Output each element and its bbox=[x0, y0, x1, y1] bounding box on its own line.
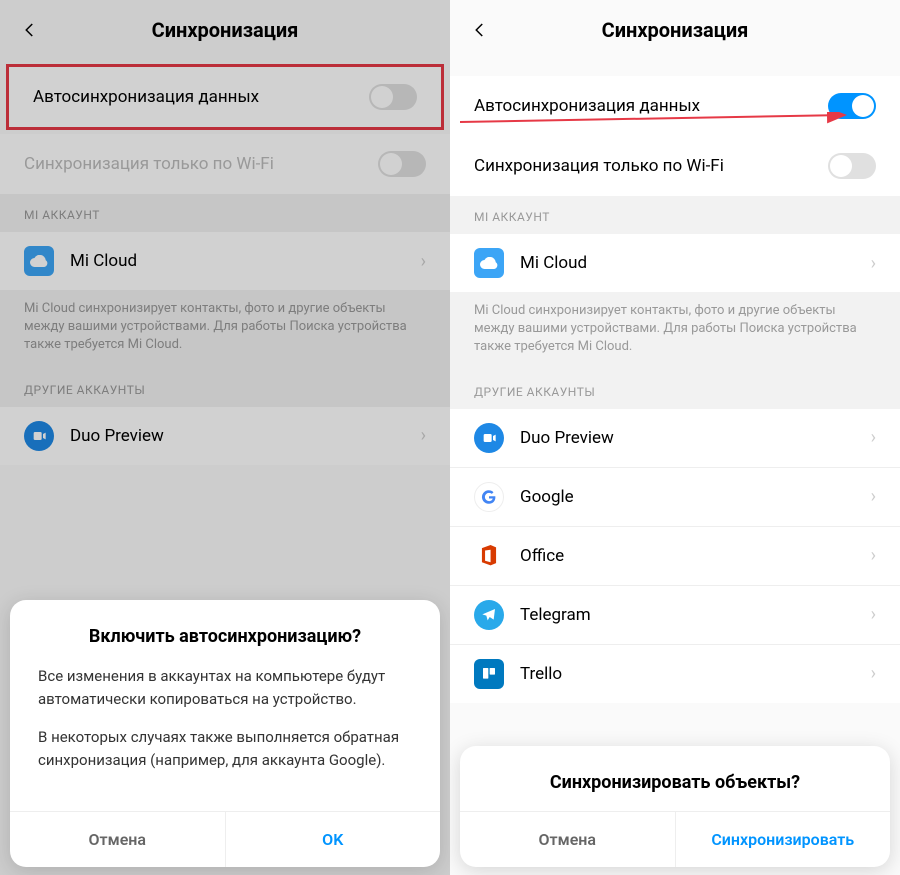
wifi-only-toggle[interactable] bbox=[828, 153, 876, 179]
chevron-right-icon: › bbox=[871, 663, 876, 684]
chevron-left-icon bbox=[21, 21, 39, 39]
micloud-description: Mi Cloud синхронизирует контакты, фото и… bbox=[450, 292, 900, 371]
telegram-label: Telegram bbox=[520, 605, 871, 625]
page-title: Синхронизация bbox=[602, 18, 749, 42]
autosync-dialog: Включить автосинхронизацию? Все изменени… bbox=[10, 600, 440, 867]
autosync-row[interactable]: Автосинхронизация данных bbox=[9, 67, 441, 127]
duo-icon bbox=[24, 421, 54, 451]
dialog-title: Синхронизировать объекты? bbox=[460, 746, 890, 811]
google-row[interactable]: Google › bbox=[450, 468, 900, 526]
autosync-row[interactable]: Автосинхронизация данных bbox=[450, 76, 900, 136]
screen-right: Синхронизация Автосинхронизация данных С… bbox=[450, 0, 900, 875]
micloud-label: Mi Cloud bbox=[520, 253, 871, 273]
chevron-right-icon: › bbox=[871, 253, 876, 274]
sync-dialog: Синхронизировать объекты? Отмена Синхрон… bbox=[460, 746, 890, 867]
autosync-label: Автосинхронизация данных bbox=[33, 87, 369, 107]
google-label: Google bbox=[520, 487, 871, 507]
trello-row[interactable]: Trello › bbox=[450, 645, 900, 703]
ok-button[interactable]: OK bbox=[226, 812, 441, 867]
telegram-icon bbox=[474, 600, 504, 630]
trello-icon bbox=[474, 659, 504, 689]
dialog-actions: Отмена OK bbox=[10, 811, 440, 867]
section-mi-account: MI АККАУНТ bbox=[0, 194, 450, 232]
wifi-only-row: Синхронизация только по Wi-Fi bbox=[0, 134, 450, 194]
trello-label: Trello bbox=[520, 664, 871, 684]
google-icon bbox=[474, 482, 504, 512]
chevron-right-icon: › bbox=[871, 486, 876, 507]
autosync-toggle[interactable] bbox=[369, 84, 417, 110]
back-button[interactable] bbox=[18, 18, 42, 42]
autosync-label: Автосинхронизация данных bbox=[474, 96, 828, 116]
header: Синхронизация bbox=[0, 0, 450, 60]
cloud-icon bbox=[474, 248, 504, 278]
chevron-right-icon: › bbox=[871, 604, 876, 625]
chevron-right-icon: › bbox=[871, 427, 876, 448]
micloud-label: Mi Cloud bbox=[70, 251, 421, 271]
screen-left: Синхронизация Автосинхронизация данных С… bbox=[0, 0, 450, 875]
office-label: Office bbox=[520, 546, 871, 566]
page-title: Синхронизация bbox=[152, 18, 299, 42]
chevron-right-icon: › bbox=[421, 251, 426, 272]
office-icon bbox=[474, 541, 504, 571]
section-other-accounts: ДРУГИЕ АККАУНТЫ bbox=[450, 371, 900, 409]
cancel-button[interactable]: Отмена bbox=[460, 812, 676, 867]
autosync-toggle[interactable] bbox=[828, 93, 876, 119]
duo-icon bbox=[474, 423, 504, 453]
section-mi-account: MI АККАУНТ bbox=[450, 196, 900, 234]
duo-label: Duo Preview bbox=[70, 426, 421, 446]
cloud-icon bbox=[24, 246, 54, 276]
dialog-p2: В некоторых случаях также выполняется об… bbox=[38, 726, 412, 771]
wifi-only-row[interactable]: Синхронизация только по Wi-Fi bbox=[450, 136, 900, 196]
dialog-title: Включить автосинхронизацию? bbox=[10, 600, 440, 665]
duo-row[interactable]: Duo Preview › bbox=[450, 409, 900, 467]
chevron-right-icon: › bbox=[871, 545, 876, 566]
wifi-only-toggle bbox=[378, 151, 426, 177]
micloud-row[interactable]: Mi Cloud › bbox=[0, 232, 450, 290]
duo-row[interactable]: Duo Preview › bbox=[0, 407, 450, 465]
dialog-body: Все изменения в аккаунтах на компьютере … bbox=[10, 665, 440, 811]
office-row[interactable]: Office › bbox=[450, 527, 900, 585]
cancel-button[interactable]: Отмена bbox=[10, 812, 226, 867]
sync-button[interactable]: Синхронизировать bbox=[676, 812, 891, 867]
highlight-annotation: Автосинхронизация данных bbox=[6, 64, 444, 130]
micloud-row[interactable]: Mi Cloud › bbox=[450, 234, 900, 292]
dialog-actions: Отмена Синхронизировать bbox=[460, 811, 890, 867]
dialog-p1: Все изменения в аккаунтах на компьютере … bbox=[38, 665, 412, 710]
wifi-only-label: Синхронизация только по Wi-Fi bbox=[24, 154, 378, 174]
wifi-only-label: Синхронизация только по Wi-Fi bbox=[474, 156, 828, 176]
micloud-description: Mi Cloud синхронизирует контакты, фото и… bbox=[0, 290, 450, 369]
header: Синхронизация bbox=[450, 0, 900, 60]
chevron-left-icon bbox=[471, 21, 489, 39]
chevron-right-icon: › bbox=[421, 425, 426, 446]
back-button[interactable] bbox=[468, 18, 492, 42]
duo-label: Duo Preview bbox=[520, 428, 871, 448]
section-other-accounts: ДРУГИЕ АККАУНТЫ bbox=[0, 369, 450, 407]
telegram-row[interactable]: Telegram › bbox=[450, 586, 900, 644]
